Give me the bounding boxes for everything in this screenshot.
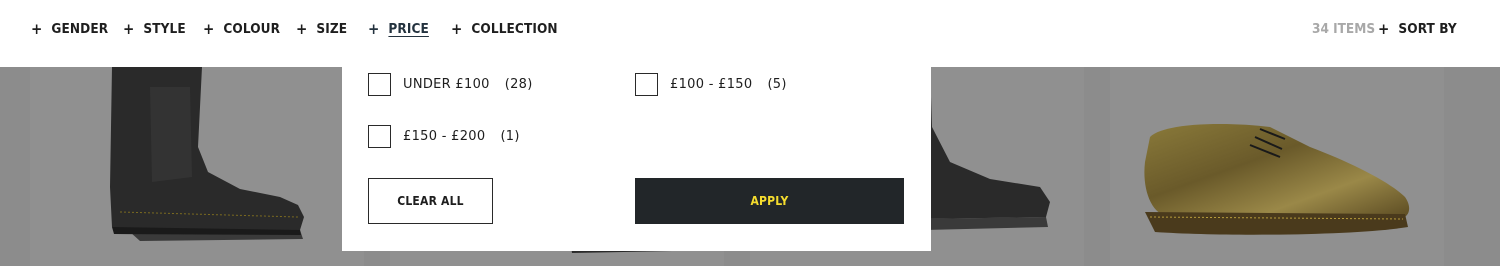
product-tile[interactable] — [1110, 67, 1444, 266]
filter-price-label: PRICE — [388, 21, 429, 37]
filter-bar: + GENDER + STYLE + COLOUR + SIZE + PRICE… — [0, 0, 1500, 58]
price-option-label: £100 - £150 — [670, 77, 753, 92]
clear-all-button[interactable]: CLEAR ALL — [368, 178, 493, 224]
product-tile[interactable] — [30, 67, 364, 266]
plus-icon: + — [203, 19, 215, 38]
price-option-label: £150 - £200 — [403, 129, 486, 144]
price-option-150-200[interactable]: £150 - £200 (1) — [368, 125, 520, 148]
price-option-label: UNDER £100 — [403, 77, 490, 92]
filter-style-label: STYLE — [143, 21, 186, 37]
plus-icon: + — [31, 19, 43, 38]
plus-icon: + — [296, 19, 308, 38]
item-count: 34 ITEMS — [1312, 21, 1376, 37]
plus-icon: + — [368, 19, 380, 38]
price-option-count: (5) — [767, 77, 787, 92]
price-option-under-100[interactable]: UNDER £100 (28) — [368, 73, 533, 96]
metallic-lace-up-shoe-image — [1144, 124, 1410, 235]
sort-by-label: SORT BY — [1398, 21, 1457, 37]
filter-style[interactable]: + STYLE — [123, 18, 186, 40]
filter-size[interactable]: + SIZE — [296, 18, 347, 40]
price-filter-panel: UNDER £100 (28) £100 - £150 (5) £150 - £… — [342, 58, 931, 251]
price-option-100-150[interactable]: £100 - £150 (5) — [635, 73, 787, 96]
plus-icon: + — [451, 19, 463, 38]
apply-button[interactable]: APPLY — [635, 178, 904, 224]
filter-gender-label: GENDER — [51, 21, 109, 37]
checkbox[interactable] — [368, 125, 391, 148]
plus-icon: + — [1378, 19, 1390, 38]
checkbox[interactable] — [635, 73, 658, 96]
filter-collection-label: COLLECTION — [471, 21, 558, 37]
price-option-count: (28) — [504, 77, 533, 92]
plus-icon: + — [123, 19, 135, 38]
price-option-count: (1) — [500, 129, 520, 144]
filter-colour-label: COLOUR — [223, 21, 281, 37]
filter-size-label: SIZE — [316, 21, 348, 37]
sort-by-button[interactable]: + SORT BY — [1378, 18, 1457, 40]
black-chelsea-boot-image — [110, 67, 304, 241]
filter-collection[interactable]: + COLLECTION — [451, 18, 558, 40]
filter-colour[interactable]: + COLOUR — [203, 18, 280, 40]
filter-gender[interactable]: + GENDER — [31, 18, 108, 40]
filter-price[interactable]: + PRICE — [368, 18, 429, 40]
checkbox[interactable] — [368, 73, 391, 96]
